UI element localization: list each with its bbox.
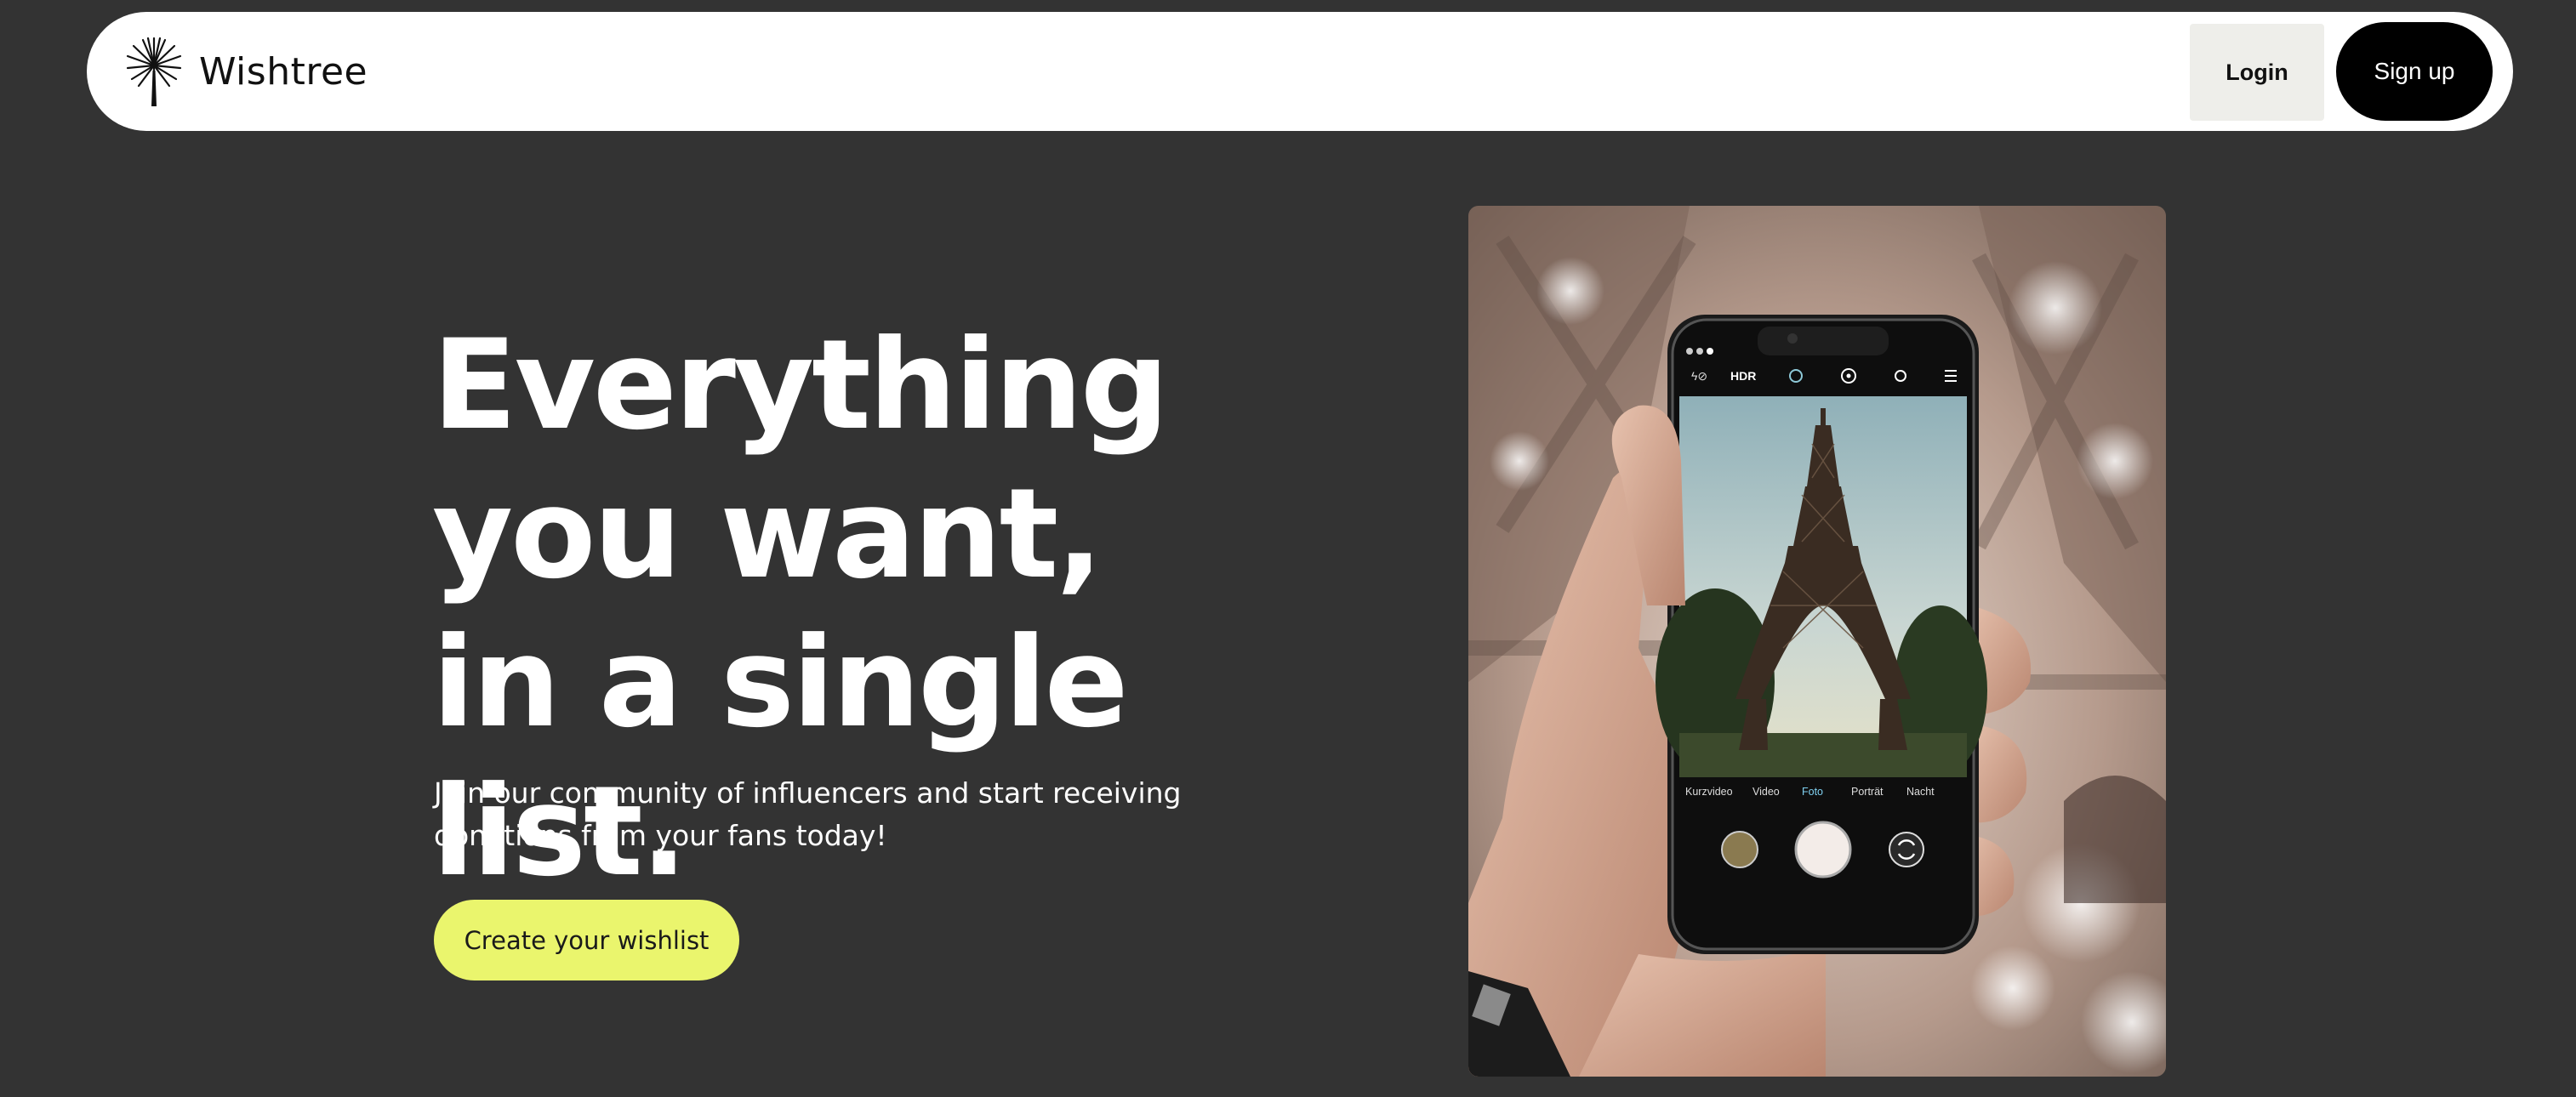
mode-kurzvideo: Kurzvideo — [1685, 786, 1733, 798]
hero-photo: ϟ⊘ HDR Kurzvideo Video Foto Porträt Nach… — [1468, 206, 2166, 1077]
brand-logo[interactable]: Wishtree — [126, 36, 368, 107]
mode-video: Video — [1752, 786, 1780, 798]
create-wishlist-button[interactable]: Create your wishlist — [434, 900, 739, 980]
signup-button[interactable]: Sign up — [2336, 22, 2493, 121]
hdr-label: HDR — [1730, 369, 1756, 383]
gallery-thumbnail-icon — [1721, 831, 1758, 868]
switch-camera-icon — [1889, 832, 1924, 867]
mode-foto: Foto — [1802, 786, 1823, 798]
mode-portrat: Porträt — [1851, 786, 1884, 798]
shutter-button-icon — [1794, 821, 1852, 878]
login-button[interactable]: Login — [2190, 24, 2324, 121]
svg-text:ϟ⊘: ϟ⊘ — [1691, 369, 1707, 383]
brand-name: Wishtree — [199, 49, 368, 94]
dandelion-tree-icon — [126, 37, 182, 106]
hero-subtitle: Join our community of influencers and st… — [434, 776, 1182, 852]
mode-nacht: Nacht — [1906, 786, 1935, 798]
site-header: Wishtree Login Sign up — [87, 12, 2513, 131]
